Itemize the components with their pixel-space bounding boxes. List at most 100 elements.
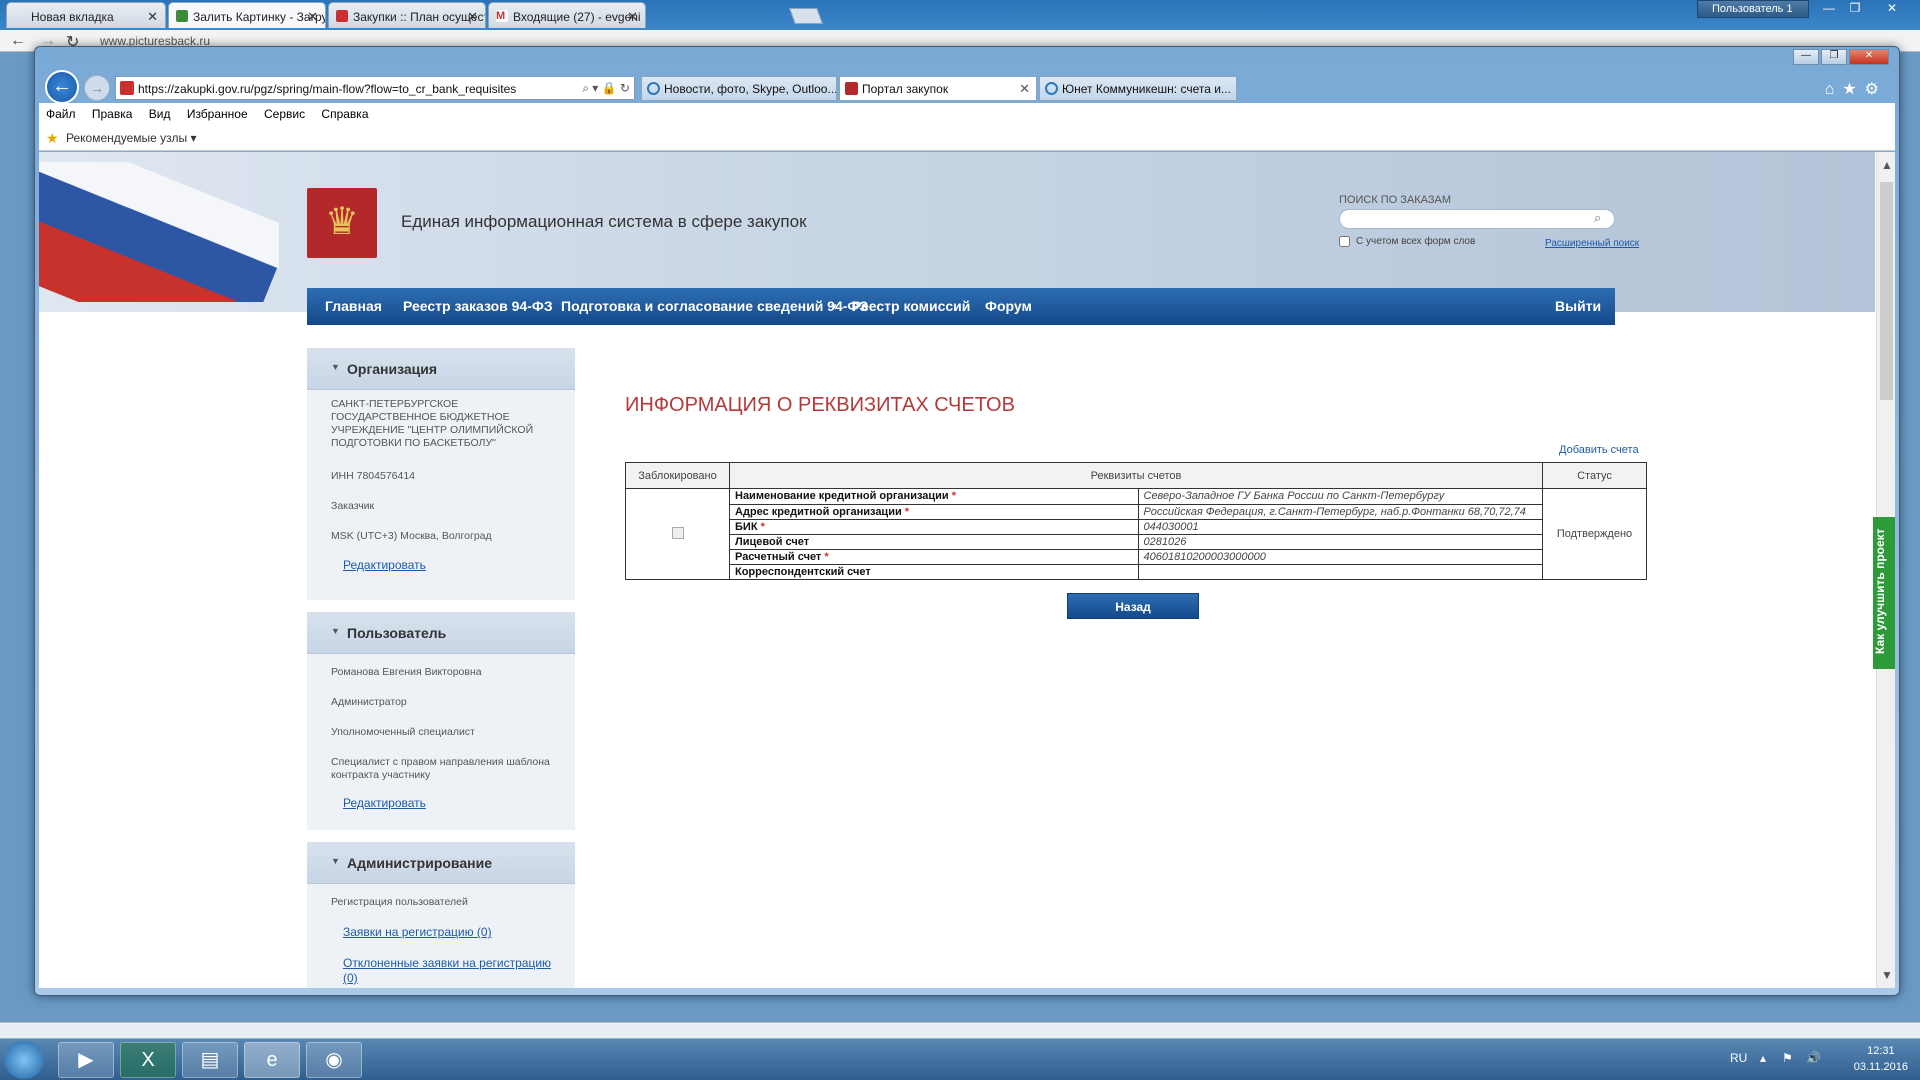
- nav-dropdown-icon[interactable]: ▾: [831, 300, 837, 313]
- menu-view[interactable]: Вид: [142, 103, 177, 121]
- close-window-icon[interactable]: ✕: [1868, 0, 1916, 18]
- nav-home[interactable]: Главная: [325, 298, 382, 314]
- ie-close-icon[interactable]: ✕: [1849, 49, 1889, 65]
- suggested-sites[interactable]: Рекомендуемые узлы ▾: [66, 131, 197, 145]
- home-icon[interactable]: ⌂: [1825, 81, 1843, 98]
- nav-registry-94fz[interactable]: Реестр заказов 94-ФЗ: [403, 298, 553, 314]
- star-icon[interactable]: ★: [1842, 81, 1864, 98]
- menu-tools[interactable]: Сервис: [257, 103, 311, 121]
- chrome-icon[interactable]: ◉: [306, 1042, 362, 1078]
- organization-header[interactable]: ▼ Организация: [307, 348, 575, 390]
- maximize-icon[interactable]: ❐: [1842, 0, 1868, 18]
- search-icon[interactable]: ⌕: [1594, 210, 1601, 226]
- upload-icon: [176, 10, 188, 22]
- requisite-key: Наименование кредитной организации *: [730, 489, 1139, 505]
- ie-forward-button[interactable]: →: [84, 75, 110, 101]
- search-all-forms-option: С учетом всех форм слов: [1339, 236, 1475, 247]
- gmail-icon: M: [496, 10, 508, 22]
- scroll-up-icon[interactable]: ▲: [1881, 158, 1893, 172]
- collapse-icon: ▼: [331, 856, 340, 866]
- start-button[interactable]: [4, 1041, 44, 1079]
- user-badge[interactable]: Пользователь 1: [1697, 0, 1809, 18]
- advanced-search-link[interactable]: Расширенный поиск: [1545, 238, 1639, 249]
- close-icon[interactable]: ✕: [147, 9, 158, 25]
- minimize-icon[interactable]: —: [1816, 0, 1842, 18]
- ie-tab-label: Портал закупок: [862, 82, 949, 96]
- scroll-thumb[interactable]: [1880, 182, 1893, 400]
- user-header[interactable]: ▼ Пользователь: [307, 612, 575, 654]
- requisite-row: Расчетный счет * 40601810200003000000: [730, 549, 1542, 565]
- admin-header[interactable]: ▼ Администрирование: [307, 842, 575, 884]
- back-button[interactable]: Назад: [1067, 593, 1199, 619]
- status-cell: Подтверждено: [1542, 488, 1647, 580]
- media-player-icon[interactable]: ▶: [58, 1042, 114, 1078]
- admin-title: Администрирование: [347, 855, 492, 871]
- excel-icon[interactable]: X: [120, 1042, 176, 1078]
- organization-edit-link[interactable]: Редактировать: [343, 558, 426, 573]
- folder-icon[interactable]: ▤: [182, 1042, 238, 1078]
- site-favicon-icon: [120, 81, 134, 95]
- ie-url: https://zakupki.gov.ru/pgz/spring/main-f…: [138, 82, 517, 96]
- improve-project-tab[interactable]: Как улучшить проект: [1873, 517, 1895, 669]
- address-tools-icons[interactable]: ⌕ ▾ 🔒 ↻: [582, 81, 630, 96]
- menu-file[interactable]: Файл: [39, 103, 82, 121]
- ie-tab-unet[interactable]: Юнет Коммуникешн: счета и...: [1039, 76, 1237, 101]
- close-icon[interactable]: ✕: [467, 9, 478, 25]
- requisite-key: Адрес кредитной организации *: [730, 504, 1139, 520]
- logout-link[interactable]: Выйти: [1555, 298, 1601, 314]
- favorites-star-icon[interactable]: ★: [46, 130, 59, 147]
- search-input[interactable]: [1339, 209, 1615, 229]
- gear-icon[interactable]: ⚙: [1865, 81, 1887, 98]
- outer-tab-zakupki[interactable]: Закупки :: План осущест ✕: [328, 2, 486, 28]
- back-arrow-icon[interactable]: ←: [10, 32, 26, 50]
- organization-title: Организация: [347, 361, 438, 377]
- collapse-icon: ▼: [331, 362, 340, 372]
- ie-back-button[interactable]: ←: [45, 70, 79, 104]
- outer-tab-mail[interactable]: M Входящие (27) - evgeni ✕: [488, 2, 646, 28]
- outer-tab-label: Закупки :: План осущест: [353, 10, 486, 24]
- menu-edit[interactable]: Правка: [85, 103, 139, 121]
- new-tab-button[interactable]: [789, 8, 823, 24]
- nav-forum[interactable]: Форум: [985, 298, 1032, 314]
- russian-flag-image: [39, 162, 279, 302]
- language-indicator[interactable]: RU: [1730, 1051, 1747, 1065]
- requisite-value: Северо-Западное ГУ Банка России по Санкт…: [1138, 489, 1542, 505]
- nav-preparation[interactable]: Подготовка и согласование сведений 94-ФЗ: [561, 298, 868, 314]
- search-label: ПОИСК ПО ЗАКАЗАМ: [1339, 194, 1452, 206]
- close-icon[interactable]: ✕: [307, 9, 318, 25]
- close-icon[interactable]: ✕: [627, 9, 638, 25]
- ie-toolbar-icons[interactable]: ⌂★⚙: [1825, 79, 1887, 99]
- scroll-down-icon[interactable]: ▼: [1881, 968, 1893, 982]
- user-edit-link[interactable]: Редактировать: [343, 796, 426, 811]
- requisites-cell: Наименование кредитной организации * Сев…: [729, 488, 1543, 580]
- requisite-key: БИК *: [730, 519, 1139, 535]
- clock[interactable]: 12:31 03.11.2016: [1854, 1043, 1908, 1075]
- add-accounts-link[interactable]: Добавить счета: [1559, 444, 1639, 456]
- table-row: Наименование кредитной организации * Сев…: [625, 488, 1647, 580]
- outer-tab-upload[interactable]: Залить Картинку - Загру ✕: [168, 2, 326, 28]
- horizontal-scrollbar[interactable]: [0, 1022, 1920, 1038]
- all-forms-checkbox[interactable]: [1339, 236, 1350, 247]
- outer-tab-new[interactable]: Новая вкладка ✕: [6, 2, 166, 28]
- ie-tab-msn[interactable]: Новости, фото, Skype, Outloo...: [641, 76, 837, 101]
- coat-of-arms-icon: ♛: [307, 188, 377, 258]
- blocked-checkbox[interactable]: [671, 526, 684, 539]
- ie-maximize-icon[interactable]: ❐: [1821, 49, 1847, 65]
- menu-favorites[interactable]: Избранное: [180, 103, 254, 121]
- ie-address-bar[interactable]: https://zakupki.gov.ru/pgz/spring/main-f…: [115, 76, 635, 100]
- rejected-requests-link[interactable]: Отклоненные заявки на регистрацию (0): [343, 956, 569, 986]
- ie-taskbar-icon[interactable]: e: [244, 1042, 300, 1078]
- col-requisites: Реквизиты счетов: [729, 462, 1543, 489]
- emblem-icon: [845, 82, 858, 95]
- close-icon[interactable]: ✕: [1019, 81, 1030, 97]
- registration-requests-link[interactable]: Заявки на регистрацию (0): [343, 925, 492, 940]
- tray-arrow-icon[interactable]: ▴: [1760, 1051, 1766, 1065]
- volume-icon[interactable]: 🔊: [1806, 1051, 1821, 1065]
- flag-icon[interactable]: ⚑: [1782, 1051, 1793, 1065]
- ie-minimize-icon[interactable]: —: [1793, 49, 1819, 65]
- user-role-specialist: Уполномоченный специалист: [331, 726, 475, 738]
- user-name: Романова Евгения Викторовна: [331, 666, 482, 678]
- menu-help[interactable]: Справка: [314, 103, 374, 121]
- nav-commissions[interactable]: Реестр комиссий: [852, 298, 970, 314]
- ie-tab-portal[interactable]: Портал закупок ✕: [839, 76, 1037, 101]
